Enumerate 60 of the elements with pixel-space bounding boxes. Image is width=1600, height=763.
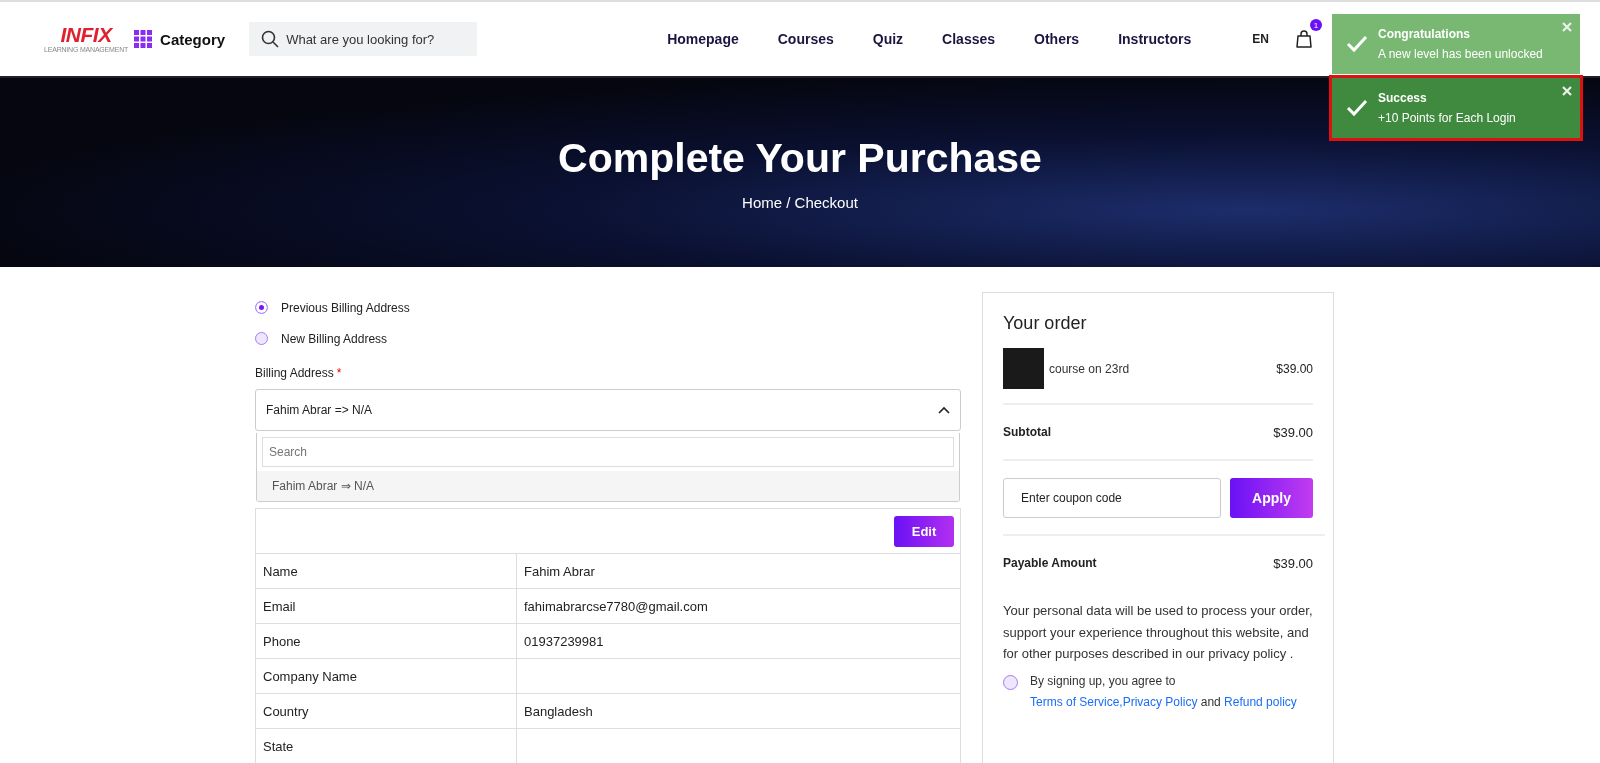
radio-label: Previous Billing Address <box>281 300 410 315</box>
payable-value: $39.00 <box>1273 555 1313 571</box>
nav-link[interactable]: Classes <box>942 31 996 47</box>
breadcrumb: Home / Checkout <box>742 193 858 211</box>
policy-link[interactable]: Refund policy <box>1224 695 1297 709</box>
table-cell-text: Bangladesh <box>523 702 594 721</box>
policy-link[interactable]: Terms of Service <box>1030 695 1120 709</box>
subtotal-value: $39.00 <box>1273 424 1313 440</box>
toast-title: Congratulations <box>1378 27 1471 41</box>
close-icon[interactable] <box>1562 86 1572 96</box>
chevron-icon <box>938 406 950 414</box>
table-cell: Phone <box>256 624 517 658</box>
dropdown-option[interactable]: Fahim Abrar ⇒ N/A <box>257 471 959 501</box>
radio-button[interactable] <box>255 332 268 345</box>
apply-button[interactable]: Apply <box>1230 477 1313 518</box>
agree-text: By signing up, you agree to Terms of Service,Privacy Policy and Refund policy <box>1030 672 1298 711</box>
site-search-field[interactable]: What are you looking for? <box>249 22 478 56</box>
table-cell-text: Fahim Abrar <box>523 562 596 581</box>
table-cell: Country <box>256 694 517 728</box>
close-icon[interactable] <box>1562 22 1572 32</box>
nav-link[interactable]: Quiz <box>872 31 904 47</box>
table-cell: Company Name <box>256 659 517 693</box>
radio-button[interactable] <box>255 301 268 314</box>
nav-link[interactable]: Courses <box>777 31 834 47</box>
nav-link[interactable]: Instructors <box>1118 31 1192 47</box>
grid-icon <box>134 30 153 48</box>
card-title: Your order <box>1003 313 1088 334</box>
nav-link[interactable]: Others <box>1034 31 1080 47</box>
shopping-bag-icon[interactable] <box>1294 29 1313 49</box>
agree-checkbox[interactable] <box>1003 674 1018 690</box>
language-selector[interactable]: EN <box>1252 32 1269 46</box>
course-price: $39.00 <box>1276 361 1313 376</box>
coupon-field[interactable]: Enter coupon code <box>1003 477 1221 518</box>
edit-button[interactable]: Edit <box>894 515 954 547</box>
radio-label: New Billing Address <box>281 331 388 346</box>
payable-label: Payable Amount <box>1003 556 1097 570</box>
subtotal-label: Subtotal <box>1003 425 1051 439</box>
hero-title: Complete Your Purchase <box>558 134 1042 182</box>
nav-link[interactable]: Homepage <box>667 31 739 47</box>
search-icon <box>261 30 280 48</box>
address-select[interactable]: Fahim Abrar => N/A <box>255 389 961 431</box>
check-icon <box>1346 35 1368 53</box>
field-label: Billing Address <box>255 366 334 380</box>
toast-message: A new level has been unlocked <box>1378 47 1544 61</box>
table-cell: State <box>256 729 517 763</box>
policy-link[interactable]: ,Privacy Policy <box>1119 695 1198 709</box>
privacy-text: Your personal data will be used to process your order, support your experience throughout this website, and for other purposes described in our privacy policy . <box>1003 602 1313 663</box>
table-cell-text: fahimabrarcse7780@gmail.com <box>523 597 709 616</box>
category-button[interactable]: Category <box>134 30 226 48</box>
toast-message: +10 Points for Each Login <box>1378 111 1517 125</box>
course-name: course on 23rd <box>1049 361 1131 376</box>
check-icon <box>1346 99 1368 117</box>
required-mark: * <box>336 366 342 380</box>
cart-count-badge: 1 <box>1309 19 1322 31</box>
toast-title: Success <box>1378 91 1428 105</box>
table-cell: Email <box>256 589 517 623</box>
table-cell: Name <box>256 554 517 588</box>
table-cell-text: 01937239981 <box>523 632 605 651</box>
address-search-field[interactable]: Search <box>262 437 954 467</box>
course-thumbnail-placeholder <box>1003 348 1044 389</box>
